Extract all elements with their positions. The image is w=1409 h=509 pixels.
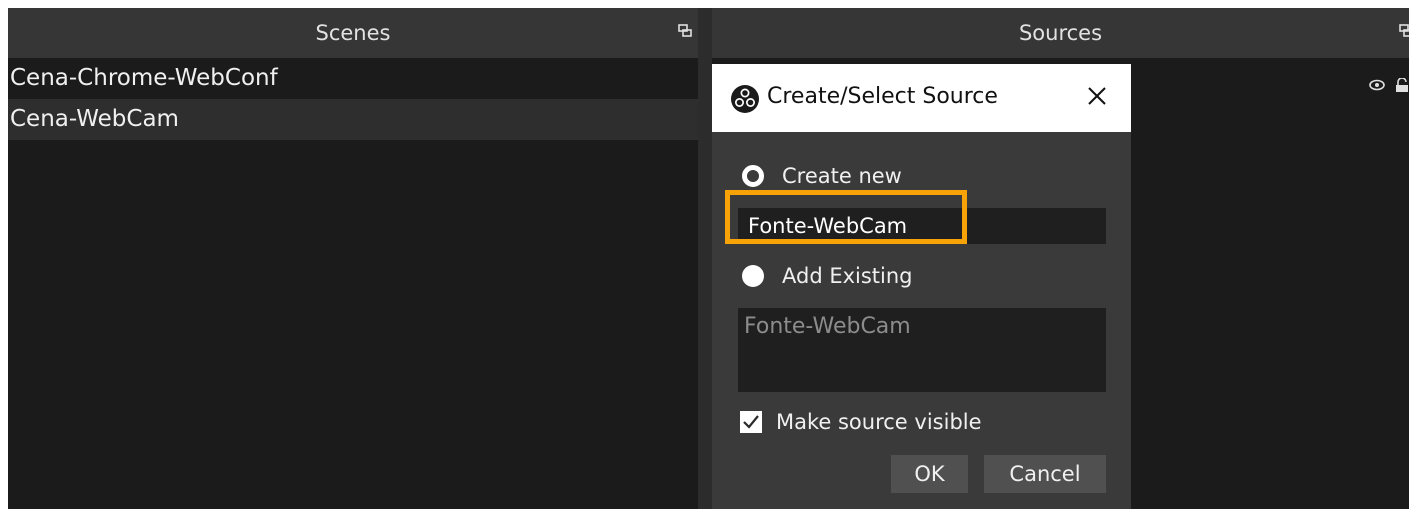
close-icon[interactable] [1083, 82, 1111, 110]
add-existing-label: Add Existing [782, 264, 913, 288]
lock-icon[interactable] [1395, 78, 1409, 92]
dialog-titlebar[interactable]: Create/Select Source [712, 64, 1131, 132]
eye-icon[interactable] [1369, 79, 1385, 91]
scenes-panel: Scenes Cena-Chrome-WebConf Cena-WebCam [8, 8, 698, 509]
scene-item-cena-chrome-webconf[interactable]: Cena-Chrome-WebConf [8, 58, 698, 99]
scene-item-label: Cena-Chrome-WebConf [10, 65, 278, 91]
make-visible-label: Make source visible [776, 410, 982, 434]
float-dock-icon[interactable] [1399, 24, 1409, 38]
list-item[interactable]: Fonte-WebCam [744, 314, 1100, 339]
make-visible-row[interactable]: Make source visible [740, 410, 982, 434]
obs-logo-icon [731, 85, 759, 113]
create-select-source-dialog: Create/Select Source Create new Add Exis… [712, 64, 1131, 509]
existing-sources-list[interactable]: Fonte-WebCam [738, 308, 1106, 392]
make-visible-checkbox[interactable] [740, 411, 762, 433]
create-new-label: Create new [782, 164, 902, 188]
sources-title: Sources [1018, 21, 1103, 45]
scenes-header: Scenes [8, 8, 698, 58]
scenes-title: Scenes [315, 21, 391, 45]
source-name-input[interactable] [738, 208, 1106, 244]
ok-button[interactable]: OK [891, 455, 968, 493]
sources-header: Sources [712, 8, 1409, 58]
add-existing-radio-row[interactable]: Add Existing [742, 264, 913, 288]
scene-item-label: Cena-WebCam [10, 106, 179, 132]
scene-item-cena-webcam[interactable]: Cena-WebCam [8, 99, 698, 140]
create-new-radio-row[interactable]: Create new [742, 164, 902, 188]
create-new-radio[interactable] [742, 165, 764, 187]
add-existing-radio[interactable] [742, 265, 764, 287]
float-dock-icon[interactable] [678, 24, 692, 38]
source-row-icons [1369, 78, 1409, 92]
dialog-title: Create/Select Source [767, 84, 998, 109]
panel-splitter[interactable] [698, 8, 712, 509]
checkmark-icon [743, 415, 759, 429]
cancel-button[interactable]: Cancel [984, 455, 1106, 493]
